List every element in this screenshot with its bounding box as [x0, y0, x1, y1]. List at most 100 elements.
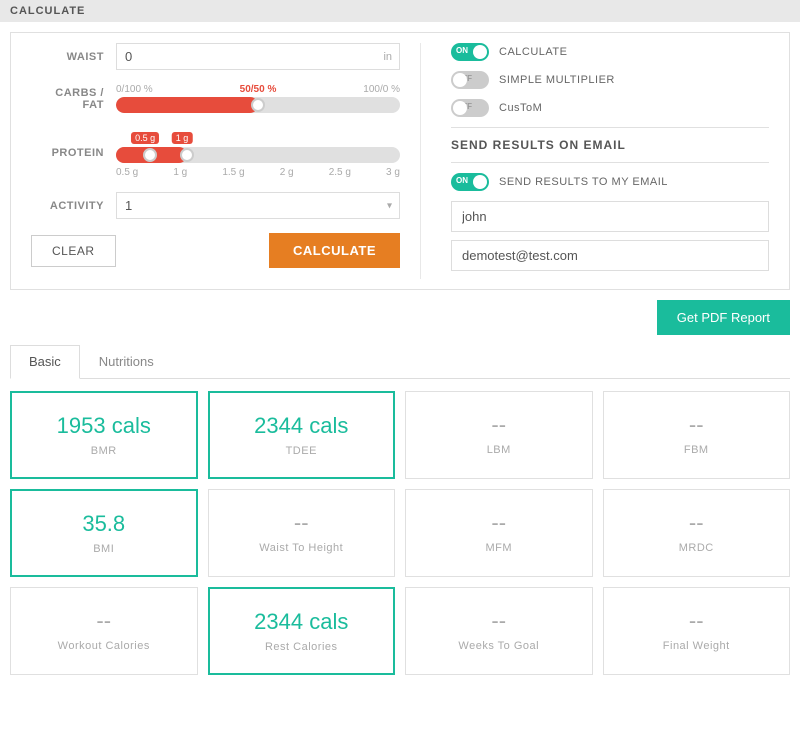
- main-container: CALCULATE WAIST in CARBS / FAT 0/100 % 5…: [0, 0, 800, 743]
- card-rest-calories: 2344 cals Rest Calories: [208, 587, 396, 675]
- protein-track[interactable]: 0.5 g 1 g: [116, 147, 400, 163]
- toggle-custom-knob: [453, 101, 467, 115]
- toggle-calculate-row: ON CALCULATE: [451, 43, 769, 61]
- pdf-button[interactable]: Get PDF Report: [657, 300, 790, 335]
- toggle-simple-knob: [453, 73, 467, 87]
- carbsfat-fill: [116, 97, 258, 113]
- waist-label: WAIST: [31, 51, 116, 63]
- card-mfm: -- MFM: [405, 489, 593, 577]
- cards-grid: 1953 cals BMR 2344 cals TDEE -- LBM -- F…: [10, 391, 790, 675]
- card-weeks-goal-label: Weeks To Goal: [416, 640, 582, 652]
- protein-label-2: 1.5 g: [222, 167, 244, 178]
- pdf-btn-row: Get PDF Report: [10, 300, 790, 335]
- card-workout-calories-label: Workout Calories: [21, 640, 187, 652]
- toggle-calculate-knob: [473, 45, 487, 59]
- carbsfat-top-labels: 0/100 % 50/50 % 100/0 %: [116, 84, 400, 95]
- card-final-weight: -- Final Weight: [603, 587, 791, 675]
- card-mfm-value: --: [416, 510, 582, 536]
- toggle-calculate-label: CALCULATE: [499, 46, 567, 58]
- toggle-custom[interactable]: OFF: [451, 99, 489, 117]
- carbsfat-row: CARBS / FAT 0/100 % 50/50 % 100/0 %: [31, 84, 400, 113]
- card-waist-height-label: Waist To Height: [219, 542, 385, 554]
- card-workout-calories: -- Workout Calories: [10, 587, 198, 675]
- send-results-title: SEND RESULTS ON EMAIL: [451, 138, 769, 152]
- carbsfat-label-100: 100/0 %: [363, 84, 400, 95]
- card-lbm: -- LBM: [405, 391, 593, 479]
- toggle-send-row: ON SEND RESULTS TO MY EMAIL: [451, 173, 769, 191]
- card-bmi: 35.8 BMI: [10, 489, 198, 577]
- card-rest-calories-label: Rest Calories: [220, 641, 384, 653]
- protein-thumb-1[interactable]: 0.5 g: [143, 148, 157, 162]
- left-panel: WAIST in CARBS / FAT 0/100 % 50/50 % 100…: [31, 43, 421, 279]
- tab-nutritions[interactable]: Nutritions: [80, 345, 173, 378]
- waist-unit: in: [383, 51, 392, 63]
- toggle-custom-label: CusToM: [499, 102, 542, 114]
- protein-label-3: 2 g: [280, 167, 294, 178]
- card-rest-calories-value: 2344 cals: [220, 609, 384, 635]
- waist-input-wrap: in: [116, 43, 400, 70]
- card-bmi-label: BMI: [22, 543, 186, 555]
- card-workout-calories-value: --: [21, 608, 187, 634]
- tabs-row: Basic Nutritions: [10, 345, 790, 379]
- card-tdee-label: TDEE: [220, 445, 384, 457]
- protein-labels-bottom: 0.5 g 1 g 1.5 g 2 g 2.5 g 3 g: [116, 167, 400, 178]
- card-mfm-label: MFM: [416, 542, 582, 554]
- protein-bubble-2: 1 g: [172, 132, 193, 144]
- email-input[interactable]: [451, 240, 769, 271]
- toggle-send-label: SEND RESULTS TO MY EMAIL: [499, 176, 668, 188]
- protein-thumb-2[interactable]: 1 g: [180, 148, 194, 162]
- activity-select[interactable]: 1 1.2 1.375 1.55 1.725 1.9: [116, 192, 400, 219]
- toggle-send-knob: [473, 175, 487, 189]
- toggle-simple-label: SIMPLE MULTIPLIER: [499, 74, 615, 86]
- toggle-calculate[interactable]: ON: [451, 43, 489, 61]
- protein-bubble-1: 0.5 g: [131, 132, 159, 144]
- right-panel: ON CALCULATE OFF SIMPLE MULTIPLIER OFF: [431, 43, 769, 279]
- name-input[interactable]: [451, 201, 769, 232]
- card-lbm-label: LBM: [416, 444, 582, 456]
- carbsfat-track[interactable]: [116, 97, 400, 113]
- activity-row: ACTIVITY 1 1.2 1.375 1.55 1.725 1.9 ▾: [31, 192, 400, 219]
- waist-row: WAIST in: [31, 43, 400, 70]
- card-bmi-value: 35.8: [22, 511, 186, 537]
- protein-label: PROTEIN: [31, 147, 116, 159]
- card-bmr-value: 1953 cals: [22, 413, 186, 439]
- card-tdee-value: 2344 cals: [220, 413, 384, 439]
- buttons-row: CLEAR CALCULATE: [31, 233, 400, 268]
- tab-basic[interactable]: Basic: [10, 345, 80, 379]
- toggle-simple-row: OFF SIMPLE MULTIPLIER: [451, 71, 769, 89]
- divider-2: [451, 162, 769, 163]
- card-lbm-value: --: [416, 412, 582, 438]
- card-weeks-goal-value: --: [416, 608, 582, 634]
- protein-label-0: 0.5 g: [116, 167, 138, 178]
- card-mrdc: -- MRDC: [603, 489, 791, 577]
- clear-button[interactable]: CLEAR: [31, 235, 116, 267]
- toggle-send[interactable]: ON: [451, 173, 489, 191]
- carbsfat-label-0: 0/100 %: [116, 84, 153, 95]
- card-bmr-label: BMR: [22, 445, 186, 457]
- activity-label: ACTIVITY: [31, 200, 116, 212]
- card-tdee: 2344 cals TDEE: [208, 391, 396, 479]
- divider-1: [451, 127, 769, 128]
- card-final-weight-value: --: [614, 608, 780, 634]
- top-header: CALCULATE: [0, 0, 800, 22]
- calculate-button[interactable]: CALCULATE: [269, 233, 400, 268]
- carbsfat-thumb[interactable]: [251, 98, 265, 112]
- toggle-custom-row: OFF CusToM: [451, 99, 769, 117]
- toggle-simple[interactable]: OFF: [451, 71, 489, 89]
- card-fbm-label: FBM: [614, 444, 780, 456]
- card-mrdc-value: --: [614, 510, 780, 536]
- protein-label-4: 2.5 g: [329, 167, 351, 178]
- card-bmr: 1953 cals BMR: [10, 391, 198, 479]
- protein-label-5: 3 g: [386, 167, 400, 178]
- carbsfat-slider-section: 0/100 % 50/50 % 100/0 %: [116, 84, 400, 113]
- results-section: Get PDF Report Basic Nutritions 1953 cal…: [10, 300, 790, 675]
- form-section: WAIST in CARBS / FAT 0/100 % 50/50 % 100…: [10, 32, 790, 290]
- protein-row: PROTEIN 0.5 g 1 g: [31, 127, 400, 178]
- waist-input[interactable]: [116, 43, 400, 70]
- card-weeks-goal: -- Weeks To Goal: [405, 587, 593, 675]
- card-mrdc-label: MRDC: [614, 542, 780, 554]
- protein-label-1: 1 g: [173, 167, 187, 178]
- card-fbm-value: --: [614, 412, 780, 438]
- card-final-weight-label: Final Weight: [614, 640, 780, 652]
- carbsfat-label: CARBS / FAT: [31, 87, 116, 111]
